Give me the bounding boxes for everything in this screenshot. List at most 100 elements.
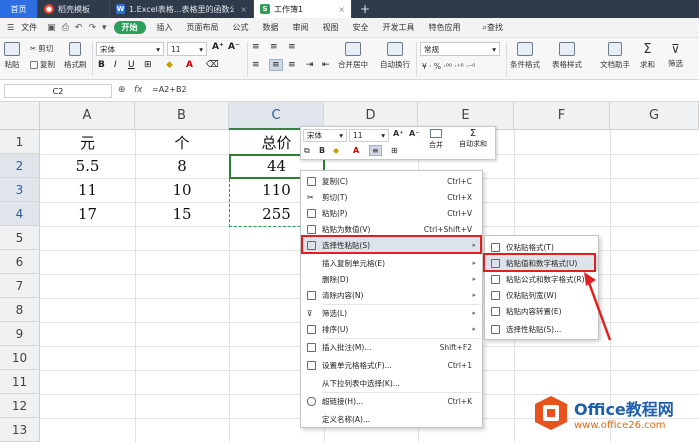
cell-a2[interactable]: 5.5 — [40, 154, 135, 178]
merge-center-button[interactable]: 合并居中 — [338, 42, 368, 70]
filter-button[interactable]: ⊽ 筛选 — [668, 42, 683, 69]
row-header-10[interactable]: 10 — [0, 346, 40, 370]
new-tab-button[interactable]: + — [352, 0, 378, 18]
cut-button[interactable]: ✂ 剪切 — [30, 43, 53, 54]
menu-item-sort[interactable]: 排序(U) ▸ — [301, 321, 482, 337]
menu-security[interactable]: 安全 — [346, 22, 376, 33]
wrap-text-button[interactable]: 自动换行 — [380, 42, 410, 70]
indent-icon[interactable]: ⇥ — [306, 60, 314, 70]
save-icon[interactable]: ▣ — [44, 23, 59, 33]
cell-b1[interactable]: 个 — [135, 130, 229, 154]
outdent-icon[interactable]: ⇤ — [322, 60, 330, 70]
align-right-icon[interactable]: ≡ — [288, 60, 296, 70]
menu-data[interactable]: 数据 — [256, 22, 286, 33]
font-shrink-icon[interactable]: A⁻ — [228, 42, 240, 52]
cond-format-button[interactable]: 条件格式 — [510, 42, 540, 70]
number-format-select[interactable]: 常规 ▾ — [420, 42, 500, 56]
column-header-a[interactable]: A — [40, 102, 135, 130]
mini-autosum-button[interactable]: Σ 自动求和 — [459, 128, 487, 149]
tab-workbook1[interactable]: S 工作簿1 × — [254, 0, 352, 18]
copy-format-icon[interactable]: ⧉ — [304, 146, 310, 156]
row-header-4[interactable]: 4 — [0, 202, 40, 226]
copy-button[interactable]: 复制 — [30, 59, 55, 70]
font-shrink-icon[interactable]: A⁻ — [409, 129, 419, 138]
menu-page-layout[interactable]: 页面布局 — [180, 22, 226, 33]
cell-a1[interactable]: 元 — [40, 130, 135, 154]
menu-start[interactable]: 开始 — [113, 21, 146, 34]
format-painter-button[interactable]: 格式刷 — [64, 42, 87, 70]
mini-bold-button[interactable]: B — [319, 146, 325, 155]
fill-color-icon[interactable]: ◆ — [333, 146, 339, 155]
fill-color-icon[interactable]: ◆ — [166, 60, 173, 70]
hamburger-icon[interactable]: ☰ — [0, 23, 21, 32]
cell-b4[interactable]: 15 — [135, 202, 229, 226]
paste-button[interactable]: 粘贴 — [4, 42, 20, 70]
menu-file[interactable]: 文件 — [21, 22, 44, 33]
zoom-icon[interactable]: ⊕ — [118, 85, 126, 95]
font-grow-icon[interactable]: A⁺ — [212, 42, 224, 52]
cell-b3[interactable]: 10 — [135, 178, 229, 202]
italic-button[interactable]: I — [114, 60, 117, 70]
menu-special[interactable]: 特色应用 — [422, 22, 468, 33]
menu-item-copy[interactable]: 复制(C) Ctrl+C — [301, 173, 482, 189]
menu-item-filter[interactable]: ⊽ 筛选(L) ▸ — [301, 305, 482, 321]
mini-font-size-select[interactable]: 11 ▾ — [349, 129, 389, 142]
align-center-icon[interactable]: ≡ — [269, 59, 283, 71]
menu-insert[interactable]: 插入 — [150, 22, 180, 33]
align-top-icon[interactable]: ≡ — [252, 42, 260, 52]
menu-formula[interactable]: 公式 — [226, 22, 256, 33]
redo-icon[interactable]: ↷ — [85, 23, 99, 33]
underline-button[interactable]: U — [128, 60, 135, 70]
align-bottom-icon[interactable]: ≡ — [288, 42, 296, 52]
menu-item-pick-from-list[interactable]: 从下拉列表中选择(K)... — [301, 375, 482, 391]
fx-icon[interactable]: fx — [134, 85, 143, 95]
row-header-12[interactable]: 12 — [0, 394, 40, 418]
row-header-8[interactable]: 8 — [0, 298, 40, 322]
search-button[interactable]: ⌕查找 — [476, 22, 510, 33]
eraser-icon[interactable]: ⌫ — [206, 60, 219, 70]
menu-review[interactable]: 审阅 — [286, 22, 316, 33]
row-header-2[interactable]: 2 — [0, 154, 40, 178]
currency-icon[interactable]: ¥ · % ·⁰⁰ ·⁺⁰ ·⁻⁰ — [422, 62, 475, 71]
menu-item-delete[interactable]: 删除(D) ▸ — [301, 271, 482, 287]
menu-item-define-name[interactable]: 定义名称(A)... — [301, 411, 482, 427]
cell-a4[interactable]: 17 — [40, 202, 135, 226]
column-header-f[interactable]: F — [514, 102, 610, 130]
column-header-b[interactable]: B — [135, 102, 229, 130]
menu-developer[interactable]: 开发工具 — [376, 22, 422, 33]
dropdown-icon[interactable]: ▾ — [99, 23, 110, 33]
table-style-button[interactable]: 表格样式 — [552, 42, 582, 70]
row-header-11[interactable]: 11 — [0, 370, 40, 394]
font-size-select[interactable]: 11 ▾ — [167, 42, 207, 56]
menu-item-insert-comment[interactable]: 插入批注(M)... Shift+F2 — [301, 339, 482, 355]
doc-helper-button[interactable]: 文档助手 — [600, 42, 630, 70]
row-header-6[interactable]: 6 — [0, 250, 40, 274]
column-header-g[interactable]: G — [610, 102, 699, 130]
close-icon[interactable]: × — [338, 5, 345, 14]
cell-b2[interactable]: 8 — [135, 154, 229, 178]
menu-view[interactable]: 视图 — [316, 22, 346, 33]
menu-item-cut[interactable]: ✂ 剪切(T) Ctrl+X — [301, 189, 482, 205]
row-header-3[interactable]: 3 — [0, 178, 40, 202]
close-icon[interactable]: × — [240, 5, 247, 14]
row-header-5[interactable]: 5 — [0, 226, 40, 250]
menu-item-insert-copied[interactable]: 插入复制单元格(E) ▸ — [301, 255, 482, 271]
align-middle-icon[interactable]: ≡ — [270, 42, 278, 52]
cell-a3[interactable]: 11 — [40, 178, 135, 202]
print-icon[interactable]: ⎙ — [59, 23, 72, 33]
name-box[interactable]: C2 — [4, 84, 112, 98]
align-center-icon[interactable]: ≡ — [369, 145, 382, 156]
tab-excel-file[interactable]: W 1.Excel表格...表格里的函数公式 × — [110, 0, 254, 18]
row-header-13[interactable]: 13 — [0, 418, 40, 442]
tab-docer[interactable]: ● 稻壳模板 — [38, 0, 110, 18]
row-header-1[interactable]: 1 — [0, 130, 40, 154]
menu-item-hyperlink[interactable]: 超链接(H)... Ctrl+K — [301, 393, 482, 409]
row-header-7[interactable]: 7 — [0, 274, 40, 298]
font-name-select[interactable]: 宋体 ▾ — [96, 42, 164, 56]
row-header-9[interactable]: 9 — [0, 322, 40, 346]
bold-button[interactable]: B — [98, 60, 105, 70]
font-color-icon[interactable]: A — [186, 60, 193, 70]
font-color-icon[interactable]: A — [353, 146, 359, 155]
select-all-corner[interactable] — [0, 102, 40, 130]
formula-input[interactable]: =A2+B2 — [152, 85, 187, 94]
